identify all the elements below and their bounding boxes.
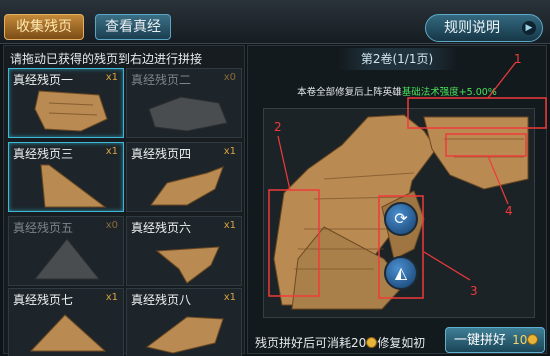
annotation-number-3: 3 bbox=[470, 284, 478, 298]
tab-collect-pages[interactable]: 收集残页 bbox=[4, 14, 84, 40]
fragment-6-image bbox=[155, 246, 220, 284]
annotation-number-4: 4 bbox=[505, 204, 513, 218]
top-bar: 收集残页 查看真经 规则说明 ▶ bbox=[0, 0, 550, 44]
coin-icon bbox=[366, 337, 378, 348]
assembly-panel: 第2卷(1/1页) 本卷全部修复后上阵英雄基础法术强度+5.00% ⟳ ◭ bbox=[247, 45, 547, 354]
volume-title: 第2卷(1/1页) bbox=[360, 52, 434, 66]
bonus-prefix: 本卷全部修复后上阵英雄 bbox=[297, 87, 402, 98]
drag-hint: 请拖动已获得的残页到右边进行拼接 bbox=[10, 52, 203, 66]
rules-button[interactable]: 规则说明 ▶ bbox=[425, 14, 543, 42]
coin-icon bbox=[527, 334, 539, 345]
annotation-number-2: 2 bbox=[274, 120, 282, 134]
fragment-card-5[interactable]: 真经残页五 x0 bbox=[8, 216, 124, 286]
fragment-card-8[interactable]: 真经残页八 x1 bbox=[126, 288, 242, 356]
tab-view-scripture[interactable]: 查看真经 bbox=[95, 14, 171, 40]
repair-bonus-text: 本卷全部修复后上阵英雄基础法术强度+5.00% bbox=[248, 84, 546, 98]
flip-icon: ◭ bbox=[394, 263, 408, 282]
fragment-3-image bbox=[40, 164, 107, 208]
fragment-card-4[interactable]: 真经残页四 x1 bbox=[126, 142, 242, 212]
fragment-card-7[interactable]: 真经残页七 x1 bbox=[8, 288, 124, 356]
fragment-7-image bbox=[29, 314, 107, 352]
rotate-icon: ⟳ bbox=[394, 209, 408, 228]
onekey-cost: 10 bbox=[512, 333, 528, 347]
rotate-button[interactable]: ⟳ bbox=[384, 202, 418, 236]
fragment-card-1[interactable]: 真经残页一 x1 bbox=[8, 68, 124, 138]
bonus-value: 基础法术强度+5.00% bbox=[401, 87, 497, 98]
fragment-2-image bbox=[148, 96, 228, 132]
fragment-1-image bbox=[34, 90, 108, 132]
fragment-inventory-panel: 请拖动已获得的残页到右边进行拼接 真经残页一 x1 真经残页二 x0 真经残页三… bbox=[3, 45, 245, 356]
fragment-8-image bbox=[145, 316, 224, 354]
onekey-label: 一键拼好 bbox=[454, 333, 507, 348]
one-key-assemble-button[interactable]: 一键拼好 10 bbox=[445, 327, 545, 353]
cost-text-after: 修复如初 bbox=[377, 336, 426, 350]
fragment-card-6[interactable]: 真经残页六 x1 bbox=[126, 216, 242, 286]
arrow-right-icon: ▶ bbox=[522, 21, 536, 35]
flip-button[interactable]: ◭ bbox=[384, 256, 418, 290]
rules-label: 规则说明 bbox=[444, 20, 500, 36]
repair-cost-text: 残页拼好后可消耗20 修复如初 bbox=[255, 334, 425, 351]
fragment-card-2[interactable]: 真经残页二 x0 bbox=[126, 68, 242, 138]
fragment-5-image bbox=[33, 238, 101, 280]
cost-text-before: 残页拼好后可消耗20 bbox=[255, 336, 367, 350]
annotation-number-1: 1 bbox=[514, 52, 522, 66]
fragment-card-3[interactable]: 真经残页三 x1 bbox=[8, 142, 124, 212]
fragment-4-image bbox=[150, 166, 224, 206]
